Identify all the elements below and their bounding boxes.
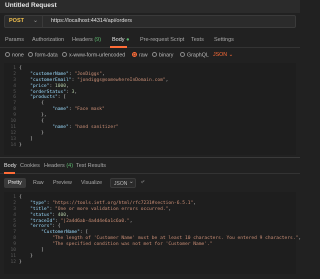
option-raw-label: raw [139, 52, 148, 59]
code-text: } [19, 259, 22, 265]
radio-icon [28, 52, 33, 57]
url-input[interactable]: https://localhost:44314/api/orders [51, 18, 132, 24]
view-preview-button[interactable]: Preview [49, 178, 76, 188]
body-format-label: JSON [213, 52, 228, 58]
body-dot-icon: ● [126, 37, 130, 43]
response-format-select[interactable]: JSON ⌄ [110, 178, 136, 188]
view-visualize-button[interactable]: Visualize [77, 178, 106, 188]
option-graphql-label: GraphQL [187, 52, 209, 59]
tab-headers-label: Headers [72, 37, 93, 43]
option-form-data[interactable]: form-data [28, 52, 58, 59]
option-urlencoded[interactable]: x-www-form-urlencoded [62, 52, 125, 59]
view-pretty-button[interactable]: Pretty [4, 178, 26, 188]
option-graphql[interactable]: GraphQL [180, 52, 209, 59]
response-tabs: Body Cookies Headers (4) Test Results [0, 161, 300, 174]
method-select[interactable]: POST ⌄ [5, 16, 43, 27]
response-code: 1{2 "type": "https://tools.ietf.org/html… [4, 195, 301, 266]
view-raw-button[interactable]: Raw [29, 178, 48, 188]
tab-headers-count: (9) [94, 37, 102, 43]
radio-icon [152, 52, 157, 57]
tab-prerequest-script[interactable]: Pre-request Script [140, 37, 184, 43]
radio-icon [180, 52, 185, 57]
code-text: } [19, 142, 22, 148]
request-code: 1{2 "customerName": "JonDiggs", 3 "custom… [4, 66, 296, 148]
active-tab-indicator [110, 46, 127, 48]
option-raw[interactable]: raw [132, 52, 148, 59]
radio-icon [5, 52, 10, 57]
resp-tab-test-results[interactable]: Test Results [76, 163, 106, 169]
wrap-lines-icon[interactable]: ⤶ [141, 179, 149, 187]
method-label: POST [9, 18, 24, 24]
request-tabs: Params Authorization Headers (9) Body ● … [0, 34, 300, 48]
tab-body-label: Body [112, 37, 125, 43]
radio-icon [62, 52, 67, 57]
request-body-editor[interactable]: 1{2 "customerName": "JonDiggs", 3 "custom… [4, 63, 296, 155]
chevron-down-icon: ⌄ [33, 18, 39, 24]
chevron-down-icon: ⌄ [129, 179, 134, 185]
option-none-label: none [12, 52, 24, 59]
option-none[interactable]: none [5, 52, 24, 59]
tab-params[interactable]: Params [5, 37, 24, 43]
request-code-line: 14} [4, 143, 296, 149]
resp-tab-cookies[interactable]: Cookies [20, 163, 40, 169]
line-number: 12 [10, 259, 16, 265]
title-bar: Untitled Request [0, 0, 300, 13]
tab-body[interactable]: Body ● [112, 37, 129, 43]
pane-divider[interactable] [0, 157, 300, 158]
tab-tests[interactable]: Tests [191, 37, 204, 43]
option-binary[interactable]: binary [152, 52, 173, 59]
option-form-data-label: form-data [35, 52, 58, 59]
resp-tab-headers-count: (4) [66, 163, 74, 169]
chevron-down-icon: ⌄ [228, 52, 234, 58]
response-view-modes: Pretty Raw Preview Visualize JSON ⌄ ⤶ [0, 176, 300, 190]
response-format-label: JSON [114, 180, 128, 187]
url-bar: POST ⌄ https://localhost:44314/api/order… [4, 15, 296, 28]
response-code-line: 12} [4, 260, 296, 266]
resp-tab-headers[interactable]: Headers (4) [44, 163, 73, 169]
body-format-select[interactable]: JSON ⌄ [213, 52, 233, 58]
response-body-viewer[interactable]: 1{2 "type": "https://tools.ietf.org/html… [4, 192, 301, 274]
request-title[interactable]: Untitled Request [5, 2, 57, 9]
tab-authorization[interactable]: Authorization [32, 37, 64, 43]
tab-settings[interactable]: Settings [214, 37, 234, 43]
resp-tab-body[interactable]: Body [4, 163, 17, 169]
resp-tab-headers-label: Headers [44, 163, 65, 169]
line-number: 14 [10, 142, 16, 148]
radio-selected-icon [132, 52, 137, 57]
tab-headers[interactable]: Headers (9) [72, 37, 101, 43]
body-type-options: none form-data x-www-form-urlencoded raw… [0, 50, 300, 62]
active-tab-indicator [4, 172, 15, 174]
option-urlencoded-label: x-www-form-urlencoded [69, 52, 126, 59]
option-binary-label: binary [159, 52, 174, 59]
